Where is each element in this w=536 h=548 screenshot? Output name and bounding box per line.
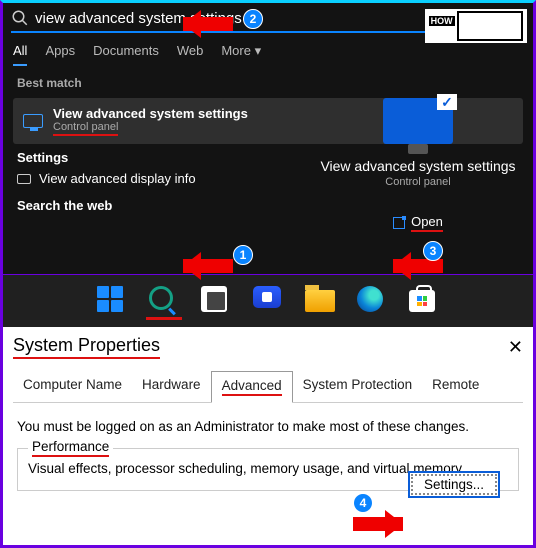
tab-all[interactable]: All xyxy=(13,43,27,66)
annotation-badge-4: 4 xyxy=(353,493,373,513)
result-preview-pane: ✓ View advanced system settings Control … xyxy=(313,98,523,234)
open-external-icon xyxy=(393,217,405,229)
dialog-tabs: Computer Name Hardware Advanced System P… xyxy=(13,371,523,403)
annotation-arrow-4 xyxy=(353,517,403,531)
tab-apps[interactable]: Apps xyxy=(45,43,75,66)
close-button[interactable]: ✕ xyxy=(508,337,523,358)
tab-more[interactable]: More ▾ xyxy=(221,43,261,66)
start-search-panel: document.addEventListener('DOMContentLoa… xyxy=(3,3,533,275)
tab-advanced[interactable]: Advanced xyxy=(211,371,293,403)
admin-instruction: You must be logged on as an Administrato… xyxy=(13,403,523,444)
chat-icon[interactable] xyxy=(253,286,283,316)
result-title: View advanced system settings xyxy=(53,106,248,121)
watermark-logo: HOWTO MANAGEDEVICES xyxy=(425,9,527,43)
store-icon[interactable] xyxy=(409,286,439,316)
search-icon xyxy=(11,9,29,27)
start-button[interactable] xyxy=(97,286,127,316)
performance-settings-button[interactable]: Settings... xyxy=(408,471,500,498)
tab-documents[interactable]: Documents xyxy=(93,43,159,66)
edge-icon[interactable] xyxy=(357,286,387,316)
tab-remote[interactable]: Remote xyxy=(422,371,489,402)
performance-group: Performance Visual effects, processor sc… xyxy=(17,448,519,491)
annotation-arrow-2 xyxy=(183,17,233,31)
annotation-arrow-3 xyxy=(393,259,443,273)
taskbar xyxy=(3,275,533,327)
system-properties-dialog: System Properties ✕ Computer Name Hardwa… xyxy=(3,327,533,545)
annotation-badge-1: 1 xyxy=(233,245,253,265)
best-match-label: Best match xyxy=(3,66,533,94)
taskbar-search-icon[interactable] xyxy=(149,286,179,316)
display-icon xyxy=(17,174,31,184)
file-explorer-icon[interactable] xyxy=(305,286,335,316)
result-subtitle: Control panel xyxy=(53,121,248,136)
dialog-title: System Properties xyxy=(13,335,160,359)
preview-subtitle: Control panel xyxy=(313,176,523,188)
tab-hardware[interactable]: Hardware xyxy=(132,371,211,402)
control-panel-icon xyxy=(23,114,43,128)
tab-web[interactable]: Web xyxy=(177,43,204,66)
performance-legend: Performance xyxy=(28,439,113,457)
tab-computer-name[interactable]: Computer Name xyxy=(13,371,132,402)
annotation-badge-3: 3 xyxy=(423,241,443,261)
preview-monitor-icon: ✓ xyxy=(383,98,453,144)
task-view-icon[interactable] xyxy=(201,286,231,316)
annotation-underline xyxy=(146,317,182,320)
tab-system-protection[interactable]: System Protection xyxy=(293,371,423,402)
open-link[interactable]: Open xyxy=(389,212,447,234)
annotation-arrow-1 xyxy=(183,259,233,273)
preview-title: View advanced system settings xyxy=(313,158,523,174)
annotation-badge-2: 2 xyxy=(243,9,263,29)
